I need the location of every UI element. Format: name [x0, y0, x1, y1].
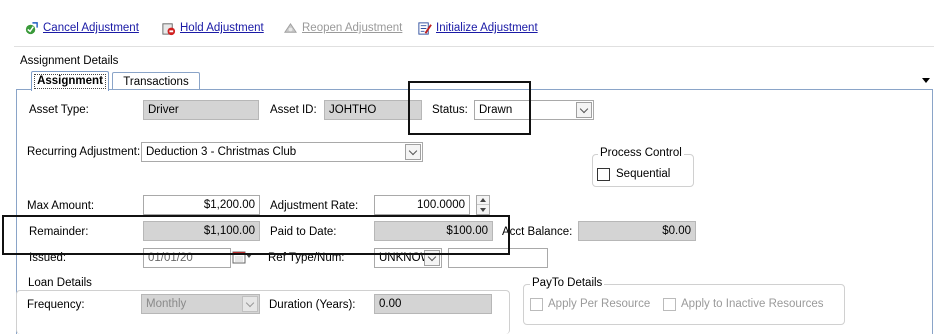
tab-transactions-label: Transactions — [123, 76, 189, 88]
initialize-adjustment-label: Initialize Adjustment — [436, 22, 538, 34]
hold-adjustment-label: Hold Adjustment — [180, 22, 264, 34]
stepper-up-icon[interactable] — [477, 196, 489, 205]
process-control-title: Process Control — [598, 147, 684, 159]
recurring-dropdown-chevron-icon[interactable] — [405, 144, 421, 160]
collapse-arrow-icon[interactable] — [922, 78, 930, 83]
cancel-adjustment-label: Cancel Adjustment — [43, 22, 139, 34]
reopen-adjustment-icon — [283, 22, 298, 33]
asset-type-label: Asset Type: — [29, 104, 89, 116]
payto-details-title: PayTo Details — [530, 277, 605, 289]
status-highlight-box — [408, 81, 531, 135]
recurring-adjustment-label: Recurring Adjustment: — [27, 146, 141, 158]
recurring-adjustment-dropdown[interactable]: Deduction 3 - Christmas Club — [141, 142, 423, 162]
frequency-value: Monthly — [146, 298, 187, 310]
cancel-adjustment-button[interactable]: Cancel Adjustment — [24, 19, 139, 37]
adjustment-rate-stepper[interactable] — [476, 195, 490, 215]
remainder-paid-highlight-box — [2, 215, 510, 255]
reopen-adjustment-label: Reopen Adjustment — [302, 22, 403, 34]
initialize-adjustment-icon — [418, 21, 432, 35]
hold-adjustment-icon — [162, 22, 176, 35]
max-amount-label: Max Amount: — [27, 200, 95, 212]
frequency-dropdown[interactable]: Monthly — [141, 294, 260, 314]
loan-details-title: Loan Details — [26, 277, 94, 289]
tab-assignment-label: Assignment — [34, 74, 106, 89]
apply-inactive-checkbox[interactable] — [663, 298, 676, 311]
toolbar-divider — [14, 46, 934, 47]
apply-per-resource-label: Apply Per Resource — [548, 298, 651, 310]
section-title: Assignment Details — [20, 55, 119, 67]
tab-assignment[interactable]: Assignment — [31, 71, 109, 91]
sequential-label: Sequential — [616, 168, 671, 180]
apply-inactive-label: Apply to Inactive Resources — [681, 298, 824, 310]
sequential-checkbox[interactable] — [597, 168, 610, 181]
frequency-label: Frequency: — [27, 299, 85, 311]
asset-type-field: Driver — [143, 100, 259, 120]
reopen-adjustment-button[interactable]: Reopen Adjustment — [283, 19, 402, 37]
duration-field: 0.00 — [374, 294, 492, 314]
frequency-chevron-icon[interactable] — [242, 296, 258, 312]
max-amount-field[interactable]: $1,200.00 — [143, 195, 260, 215]
adjustment-rate-field[interactable]: 100.0000 — [374, 195, 470, 215]
initialize-adjustment-button[interactable]: Initialize Adjustment — [417, 19, 538, 37]
recurring-adjustment-value: Deduction 3 - Christmas Club — [146, 146, 297, 158]
acct-balance-field: $0.00 — [578, 221, 696, 241]
duration-label: Duration (Years): — [269, 299, 356, 311]
hold-adjustment-button[interactable]: Hold Adjustment — [161, 19, 264, 37]
adjustment-rate-label: Adjustment Rate: — [270, 200, 359, 212]
acct-balance-label: Acct Balance: — [502, 226, 573, 238]
status-dropdown-chevron-icon[interactable] — [576, 102, 592, 118]
asset-id-label: Asset ID: — [270, 104, 317, 116]
stepper-down-icon[interactable] — [477, 205, 489, 214]
apply-per-resource-checkbox[interactable] — [530, 298, 543, 311]
cancel-adjustment-icon — [25, 21, 38, 34]
